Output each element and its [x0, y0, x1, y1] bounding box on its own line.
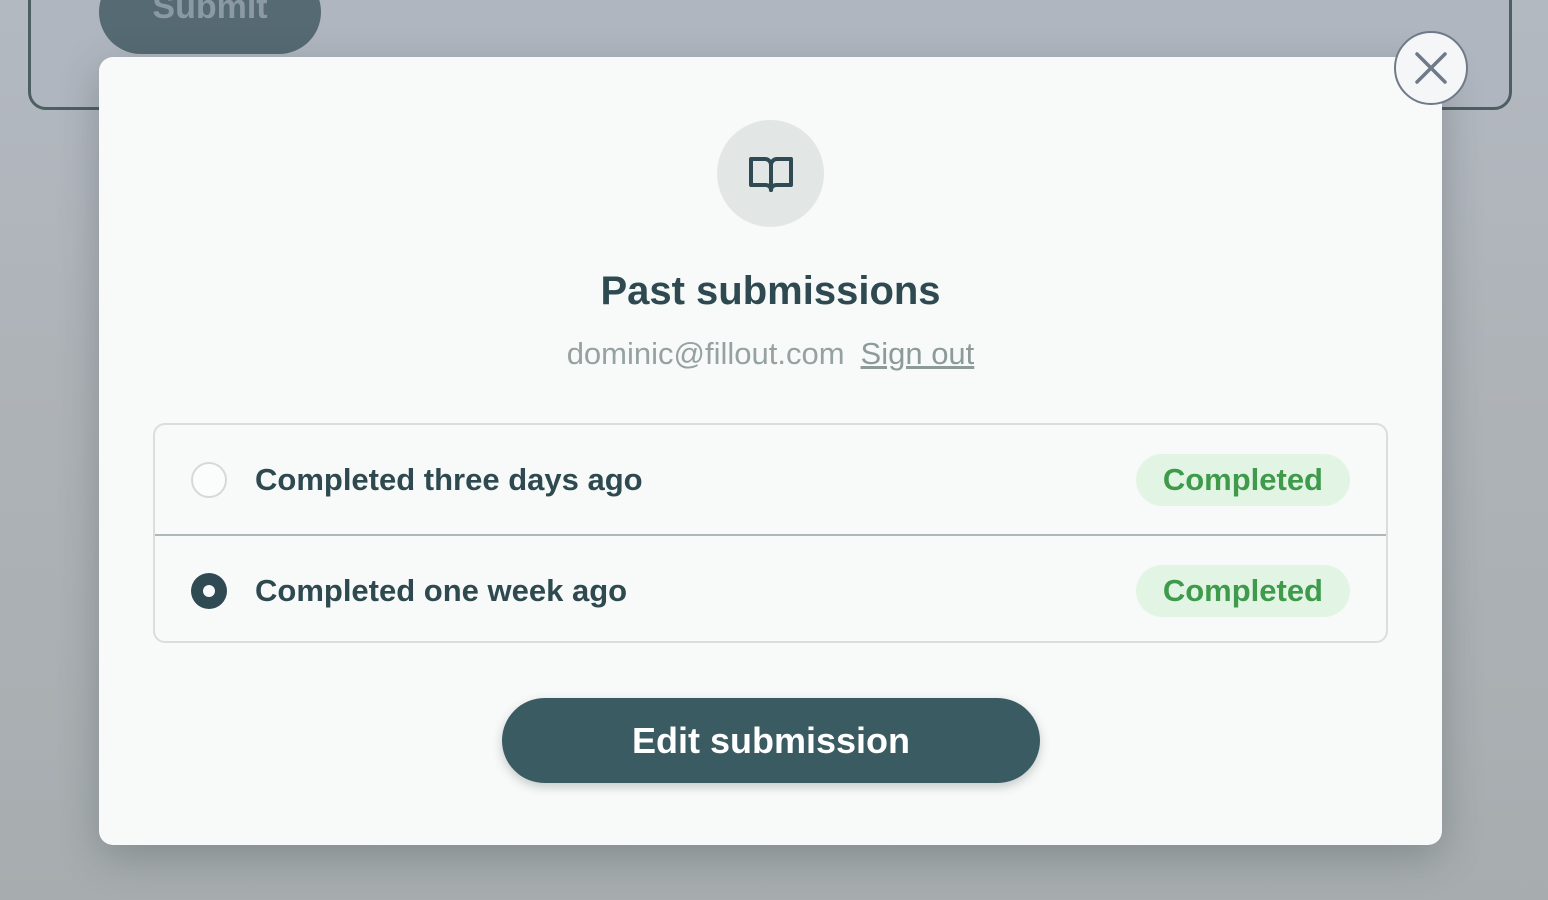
close-button[interactable]	[1394, 31, 1468, 105]
submission-row[interactable]: Completed three days ago Completed	[155, 425, 1386, 534]
submissions-list: Completed three days ago Completed Compl…	[153, 423, 1388, 643]
account-line: dominic@fillout.com Sign out	[99, 335, 1442, 372]
radio-button[interactable]	[191, 461, 227, 498]
submission-label: Completed three days ago	[255, 461, 643, 497]
status-badge: Completed	[1135, 453, 1350, 506]
account-email: dominic@fillout.com	[566, 336, 845, 371]
background-submit-label: Submit	[152, 0, 268, 26]
status-badge: Completed	[1135, 564, 1350, 617]
book-open-icon	[748, 156, 793, 192]
submission-label: Completed one week ago	[255, 572, 628, 608]
edit-submission-button[interactable]: Edit submission	[502, 698, 1040, 783]
close-icon	[1415, 52, 1447, 84]
sign-out-link[interactable]: Sign out	[861, 336, 975, 371]
radio-button-selected[interactable]	[191, 572, 227, 609]
background-submit-button: Submit	[99, 0, 321, 54]
modal-title: Past submissions	[600, 269, 941, 313]
submission-row[interactable]: Completed one week ago Completed	[155, 534, 1386, 641]
past-submissions-modal: Past submissions dominic@fillout.com Sign…	[99, 57, 1442, 845]
book-icon-container	[717, 120, 824, 227]
